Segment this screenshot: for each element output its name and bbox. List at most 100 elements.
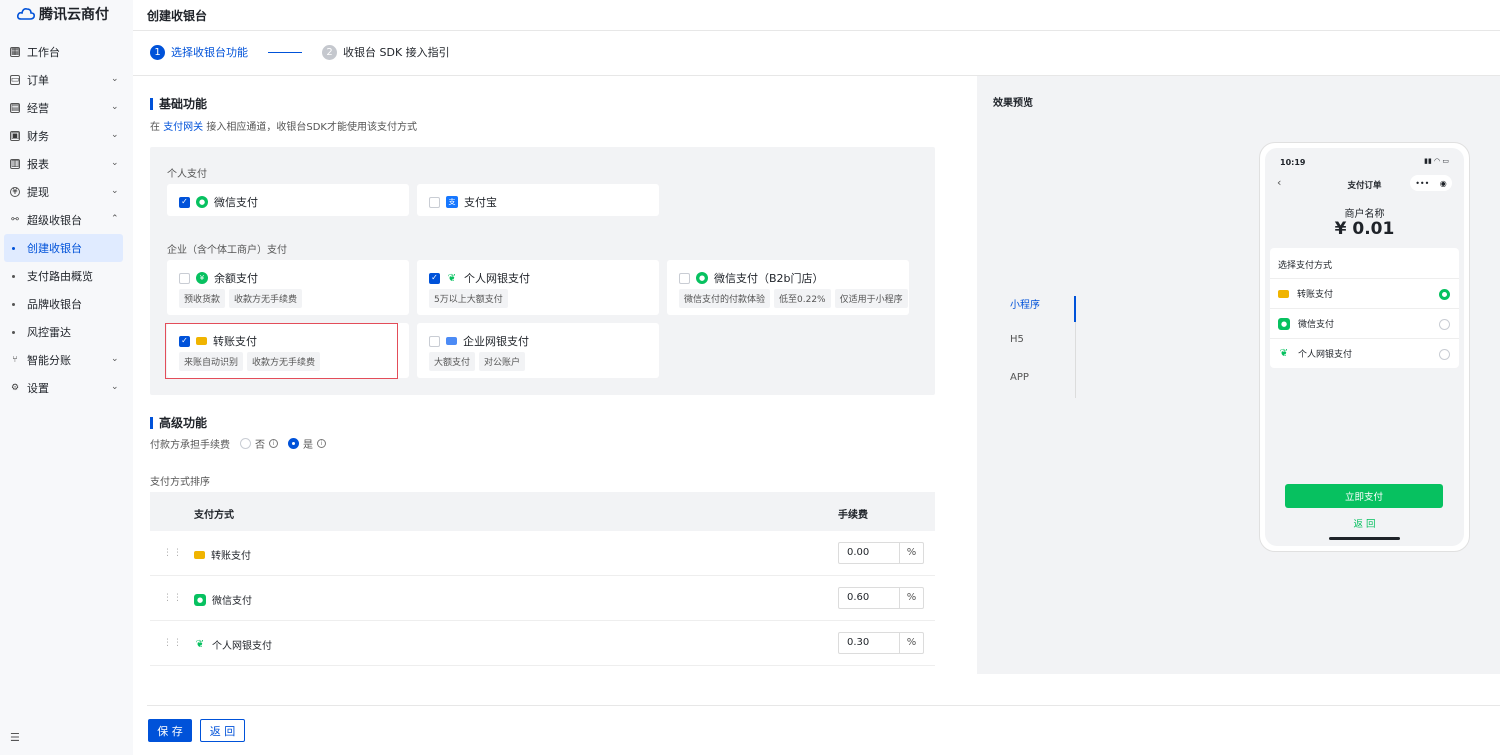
step-number: 1	[150, 44, 165, 60]
checkbox[interactable]	[429, 196, 440, 208]
fee-value[interactable]: 0.30	[839, 633, 899, 653]
radio-label: 是	[303, 440, 313, 451]
sidebar-item-withdraw[interactable]: ¥ 提现 ⌄	[0, 178, 133, 206]
radio-button[interactable]	[288, 438, 299, 449]
method-card-enterprise-bank[interactable]: 企业网银支付 大额支付 对公账户	[417, 323, 659, 378]
checkbox[interactable]	[179, 272, 190, 284]
home-indicator	[1329, 537, 1400, 540]
highlight-box	[165, 323, 398, 379]
sidebar-item-dashboard[interactable]: ▦ 工作台	[0, 38, 133, 66]
sidebar-item-finance[interactable]: ▣ 财务 ⌄	[0, 122, 133, 150]
phone-screen: 10:19 ▮▮ ◠ ▭ ‹ 支付订单 ••• ◉ 商户名称 ¥ 0.01 选择支…	[1265, 148, 1464, 546]
sort-table: 支付方式 手续费 ⋮⋮ 转账支付 0.00% ⋮⋮ ● 微信支付 0.60% ⋮⋮…	[150, 492, 935, 666]
fee-bearer-label: 付款方承担手续费	[150, 440, 230, 451]
basic-description: 在 支付网关 接入相应通道，收银台SDK才能使用该支付方式	[150, 118, 417, 133]
phone-time: 10:19	[1280, 158, 1306, 167]
method-card-alipay[interactable]: 支支付宝	[417, 184, 659, 216]
divider	[147, 705, 1500, 706]
preview-tabs: 小程序 H5 APP	[1010, 296, 1076, 410]
fee-input[interactable]: 0.60%	[838, 587, 924, 609]
sidebar-nav: ▦ 工作台 ▭ 订单 ⌄ ▤ 经营 ⌄ ▣ 财务 ⌄ ▥ 报表 ⌄ ¥ 提现 ⌄ ⚯ 超级收银台 ⌃ 创建…	[0, 38, 133, 402]
method-tag: 对公账户	[479, 352, 526, 371]
method-card-balance[interactable]: ¥ 余额支付 预收货款 收款方无手续费	[167, 260, 409, 315]
radio-button[interactable]	[240, 438, 251, 449]
table-row[interactable]: ⋮⋮ 转账支付 0.00%	[150, 531, 935, 576]
row-method-name: 个人网银支付	[212, 641, 272, 652]
sidebar-subitem-route-overview[interactable]: 支付路由概览	[0, 262, 133, 290]
collapse-menu-icon[interactable]: ☰	[10, 731, 20, 744]
method-card-wechat-b2b[interactable]: ● 微信支付（B2b门店） 微信支付的付款体验 低至0.22% 仅适用于小程序	[667, 260, 909, 315]
method-tag: 仅适用于小程序	[834, 289, 908, 308]
sidebar-subitem-create-cashier[interactable]: 创建收银台	[4, 234, 123, 262]
radio-option-no[interactable]: 否i	[240, 436, 278, 451]
sidebar-item-settings[interactable]: ⚙ 设置 ⌄	[0, 374, 133, 402]
fee-unit: %	[899, 588, 923, 608]
app-logo[interactable]: 腾讯云商付	[17, 4, 109, 24]
checkbox[interactable]	[429, 335, 440, 347]
sidebar-item-label: 风控雷达	[27, 326, 71, 339]
sidebar-item-label: 智能分账	[27, 354, 71, 367]
tab-app[interactable]: APP	[1010, 372, 1076, 410]
sidebar-item-operations[interactable]: ▤ 经营 ⌄	[0, 94, 133, 122]
fee-input[interactable]: 0.30%	[838, 632, 924, 654]
payment-gateway-link[interactable]: 支付网关	[163, 122, 203, 133]
drag-handle-icon[interactable]: ⋮⋮	[163, 638, 183, 648]
method-card-wechat[interactable]: ✓ ● 微信支付	[167, 184, 409, 216]
fee-value[interactable]: 0.00	[839, 543, 899, 563]
step-1[interactable]: 1 选择收银台功能	[150, 44, 248, 60]
transfer-card-icon	[1278, 289, 1289, 298]
bullet-icon	[12, 302, 15, 306]
table-row[interactable]: ⋮⋮ ❦ 个人网银支付 0.30%	[150, 621, 935, 666]
sidebar-item-label: 创建收银台	[27, 242, 82, 255]
nodes-icon: ⚯	[11, 214, 19, 225]
fee-bearer-row: 付款方承担手续费 否i 是i	[150, 436, 326, 451]
method-tag: 微信支付的付款体验	[679, 289, 771, 308]
save-button[interactable]: 保 存	[148, 719, 192, 742]
step-2[interactable]: 2 收银台 SDK 接入指引	[322, 44, 450, 60]
radio-option-yes[interactable]: 是i	[288, 436, 326, 451]
chevron-down-icon: ⌄	[111, 186, 119, 196]
checkbox[interactable]: ✓	[429, 272, 440, 284]
transfer-card-icon	[194, 550, 205, 559]
fee-input[interactable]: 0.00%	[838, 542, 924, 564]
drag-handle-icon[interactable]: ⋮⋮	[163, 548, 183, 558]
chevron-down-icon: ⌄	[111, 382, 119, 392]
cloud-icon	[17, 8, 35, 20]
tab-miniprogram[interactable]: 小程序	[1010, 296, 1076, 334]
checkbox[interactable]: ✓	[179, 196, 190, 208]
wechat-pay-icon: ●	[696, 272, 708, 284]
fee-value[interactable]: 0.60	[839, 588, 899, 608]
finance-icon: ▣	[10, 130, 20, 141]
chevron-down-icon: ⌄	[111, 354, 119, 364]
info-icon[interactable]: i	[317, 439, 326, 448]
checkbox[interactable]	[679, 272, 690, 284]
sidebar-item-label: 超级收银台	[27, 214, 82, 227]
method-tag: 低至0.22%	[774, 289, 831, 308]
method-card-personal-bank[interactable]: ✓ ❦ 个人网银支付 5万以上大额支付	[417, 260, 659, 315]
sidebar-item-label: 经营	[27, 102, 49, 115]
info-icon[interactable]: i	[269, 439, 278, 448]
table-row[interactable]: ⋮⋮ ● 微信支付 0.60%	[150, 576, 935, 621]
choose-method-title: 选择支付方式	[1278, 261, 1333, 271]
desc-prefix: 在	[150, 122, 160, 133]
radio-indicator	[1439, 349, 1450, 360]
sidebar-item-orders[interactable]: ▭ 订单 ⌄	[0, 66, 133, 94]
preview-title: 效果预览	[993, 98, 1033, 109]
row-method-name: 转账支付	[211, 551, 251, 562]
bullet-icon	[12, 330, 15, 334]
merchant-name: 商户名称	[1344, 209, 1385, 220]
more-icon: •••	[1415, 178, 1430, 188]
method-label: 个人网银支付	[464, 272, 530, 285]
phone-return-link: 返 回	[1353, 519, 1376, 530]
sidebar-item-super-cashier[interactable]: ⚯ 超级收银台 ⌃	[0, 206, 133, 234]
sidebar-subitem-risk-radar[interactable]: 风控雷达	[0, 318, 133, 346]
drag-handle-icon[interactable]: ⋮⋮	[163, 593, 183, 603]
fee-unit: %	[899, 633, 923, 653]
back-button[interactable]: 返 回	[200, 719, 245, 742]
sidebar-subitem-brand-cashier[interactable]: 品牌收银台	[0, 290, 133, 318]
sidebar-item-reports[interactable]: ▥ 报表 ⌄	[0, 150, 133, 178]
method-label: 企业网银支付	[463, 335, 529, 348]
fee-unit: %	[899, 543, 923, 563]
sidebar-item-split[interactable]: ⑂ 智能分账 ⌄	[0, 346, 133, 374]
tab-h5[interactable]: H5	[1010, 334, 1076, 372]
